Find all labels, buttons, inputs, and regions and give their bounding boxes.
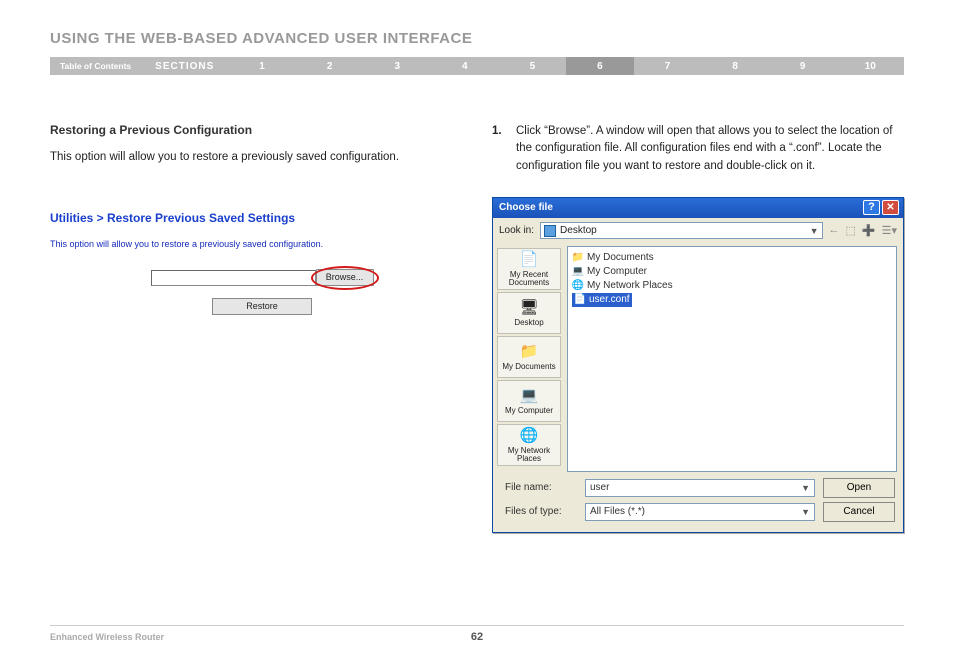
computer-icon: 💻 (572, 266, 584, 277)
browse-button[interactable]: Browse... (316, 269, 374, 286)
chevron-down-icon: ▼ (801, 483, 810, 493)
desktop-place-icon: 🖥 (519, 299, 539, 317)
nav-section-4[interactable]: 4 (431, 61, 499, 72)
lookin-dropdown[interactable]: Desktop ▼ (540, 222, 822, 239)
restore-button[interactable]: Restore (212, 298, 312, 315)
step-number: 1. (492, 123, 516, 175)
list-item[interactable]: 💻 My Computer (572, 265, 892, 279)
intro-text: This option will allow you to restore a … (50, 149, 474, 166)
filename-input[interactable]: user ▼ (585, 479, 815, 497)
place-label: My Computer (505, 407, 553, 415)
open-button[interactable]: Open (823, 478, 895, 498)
place-recent-documents[interactable]: 📄 My Recent Documents (497, 248, 561, 290)
conf-file-icon: 📄 (574, 294, 586, 305)
chevron-down-icon: ▼ (801, 507, 810, 517)
choose-file-dialog: Choose file ? ✕ Look in: Desktop ▼ ← ⬚ ➕ (492, 197, 904, 533)
dialog-titlebar[interactable]: Choose file ? ✕ (493, 198, 903, 218)
views-icon[interactable]: ☰▾ (882, 224, 897, 237)
recent-documents-icon: 📄 (519, 251, 539, 269)
my-documents-icon: 📁 (519, 343, 539, 361)
dialog-title: Choose file (497, 202, 861, 213)
filename-value: user (590, 482, 609, 493)
section-subhead: Restoring a Previous Configuration (50, 123, 474, 137)
filetype-label: Files of type: (501, 506, 577, 517)
file-label: My Documents (587, 252, 654, 263)
nav-section-8[interactable]: 8 (701, 61, 769, 72)
step-text: Click “Browse”. A window will open that … (516, 123, 904, 175)
new-folder-icon[interactable]: ➕ (862, 224, 876, 237)
place-my-network[interactable]: 🌐 My Network Places (497, 424, 561, 466)
cancel-button[interactable]: Cancel (823, 502, 895, 522)
nav-section-7[interactable]: 7 (634, 61, 702, 72)
nav-section-5[interactable]: 5 (499, 61, 567, 72)
place-desktop[interactable]: 🖥 Desktop (497, 292, 561, 334)
section-navbar: Table of Contents SECTIONS 1 2 3 4 5 6 7… (50, 57, 904, 75)
list-item[interactable]: 🌐 My Network Places (572, 279, 892, 293)
file-list[interactable]: 📁 My Documents 💻 My Computer 🌐 My Networ… (567, 246, 897, 472)
nav-section-9[interactable]: 9 (769, 61, 837, 72)
place-label: My Network Places (498, 447, 560, 463)
desktop-icon (544, 225, 556, 237)
file-label: My Computer (587, 266, 647, 277)
chevron-down-icon: ▼ (810, 226, 819, 236)
nav-section-6[interactable]: 6 (566, 57, 634, 75)
utilities-screenshot: Utilities > Restore Previous Saved Setti… (50, 211, 474, 315)
utilities-breadcrumb: Utilities > Restore Previous Saved Setti… (50, 211, 474, 225)
my-computer-icon: 💻 (519, 387, 539, 405)
page-number: 62 (50, 631, 904, 643)
help-icon[interactable]: ? (863, 200, 880, 215)
file-label: My Network Places (587, 280, 673, 291)
back-icon[interactable]: ← (829, 224, 840, 237)
page-heading: USING THE WEB-BASED ADVANCED USER INTERF… (50, 30, 904, 47)
nav-section-2[interactable]: 2 (296, 61, 364, 72)
network-icon: 🌐 (572, 280, 584, 291)
places-bar: 📄 My Recent Documents 🖥 Desktop 📁 My Doc… (493, 244, 565, 472)
folder-icon: 📁 (572, 252, 584, 263)
place-my-computer[interactable]: 💻 My Computer (497, 380, 561, 422)
place-label: My Documents (502, 363, 555, 371)
up-one-level-icon[interactable]: ⬚ (846, 224, 856, 237)
lookin-value: Desktop (560, 225, 597, 236)
file-label: user.conf (589, 294, 630, 305)
nav-section-1[interactable]: 1 (228, 61, 296, 72)
place-my-documents[interactable]: 📁 My Documents (497, 336, 561, 378)
list-item[interactable]: 📁 My Documents (572, 251, 892, 265)
nav-section-10[interactable]: 10 (836, 61, 904, 72)
utilities-caption: This option will allow you to restore a … (50, 239, 474, 249)
file-path-input[interactable] (151, 270, 316, 286)
list-item-selected[interactable]: 📄 user.conf (572, 293, 632, 307)
sections-label: SECTIONS (141, 61, 228, 72)
network-places-icon: 🌐 (519, 427, 539, 445)
place-label: Desktop (514, 319, 543, 327)
lookin-label: Look in: (499, 225, 534, 236)
nav-section-3[interactable]: 3 (363, 61, 431, 72)
place-label: My Recent Documents (498, 271, 560, 287)
filetype-value: All Files (*.*) (590, 506, 645, 517)
filetype-dropdown[interactable]: All Files (*.*) ▼ (585, 503, 815, 521)
close-icon[interactable]: ✕ (882, 200, 899, 215)
filename-label: File name: (501, 482, 577, 493)
toc-link[interactable]: Table of Contents (50, 61, 141, 71)
browse-button-label: Browse... (326, 272, 364, 282)
